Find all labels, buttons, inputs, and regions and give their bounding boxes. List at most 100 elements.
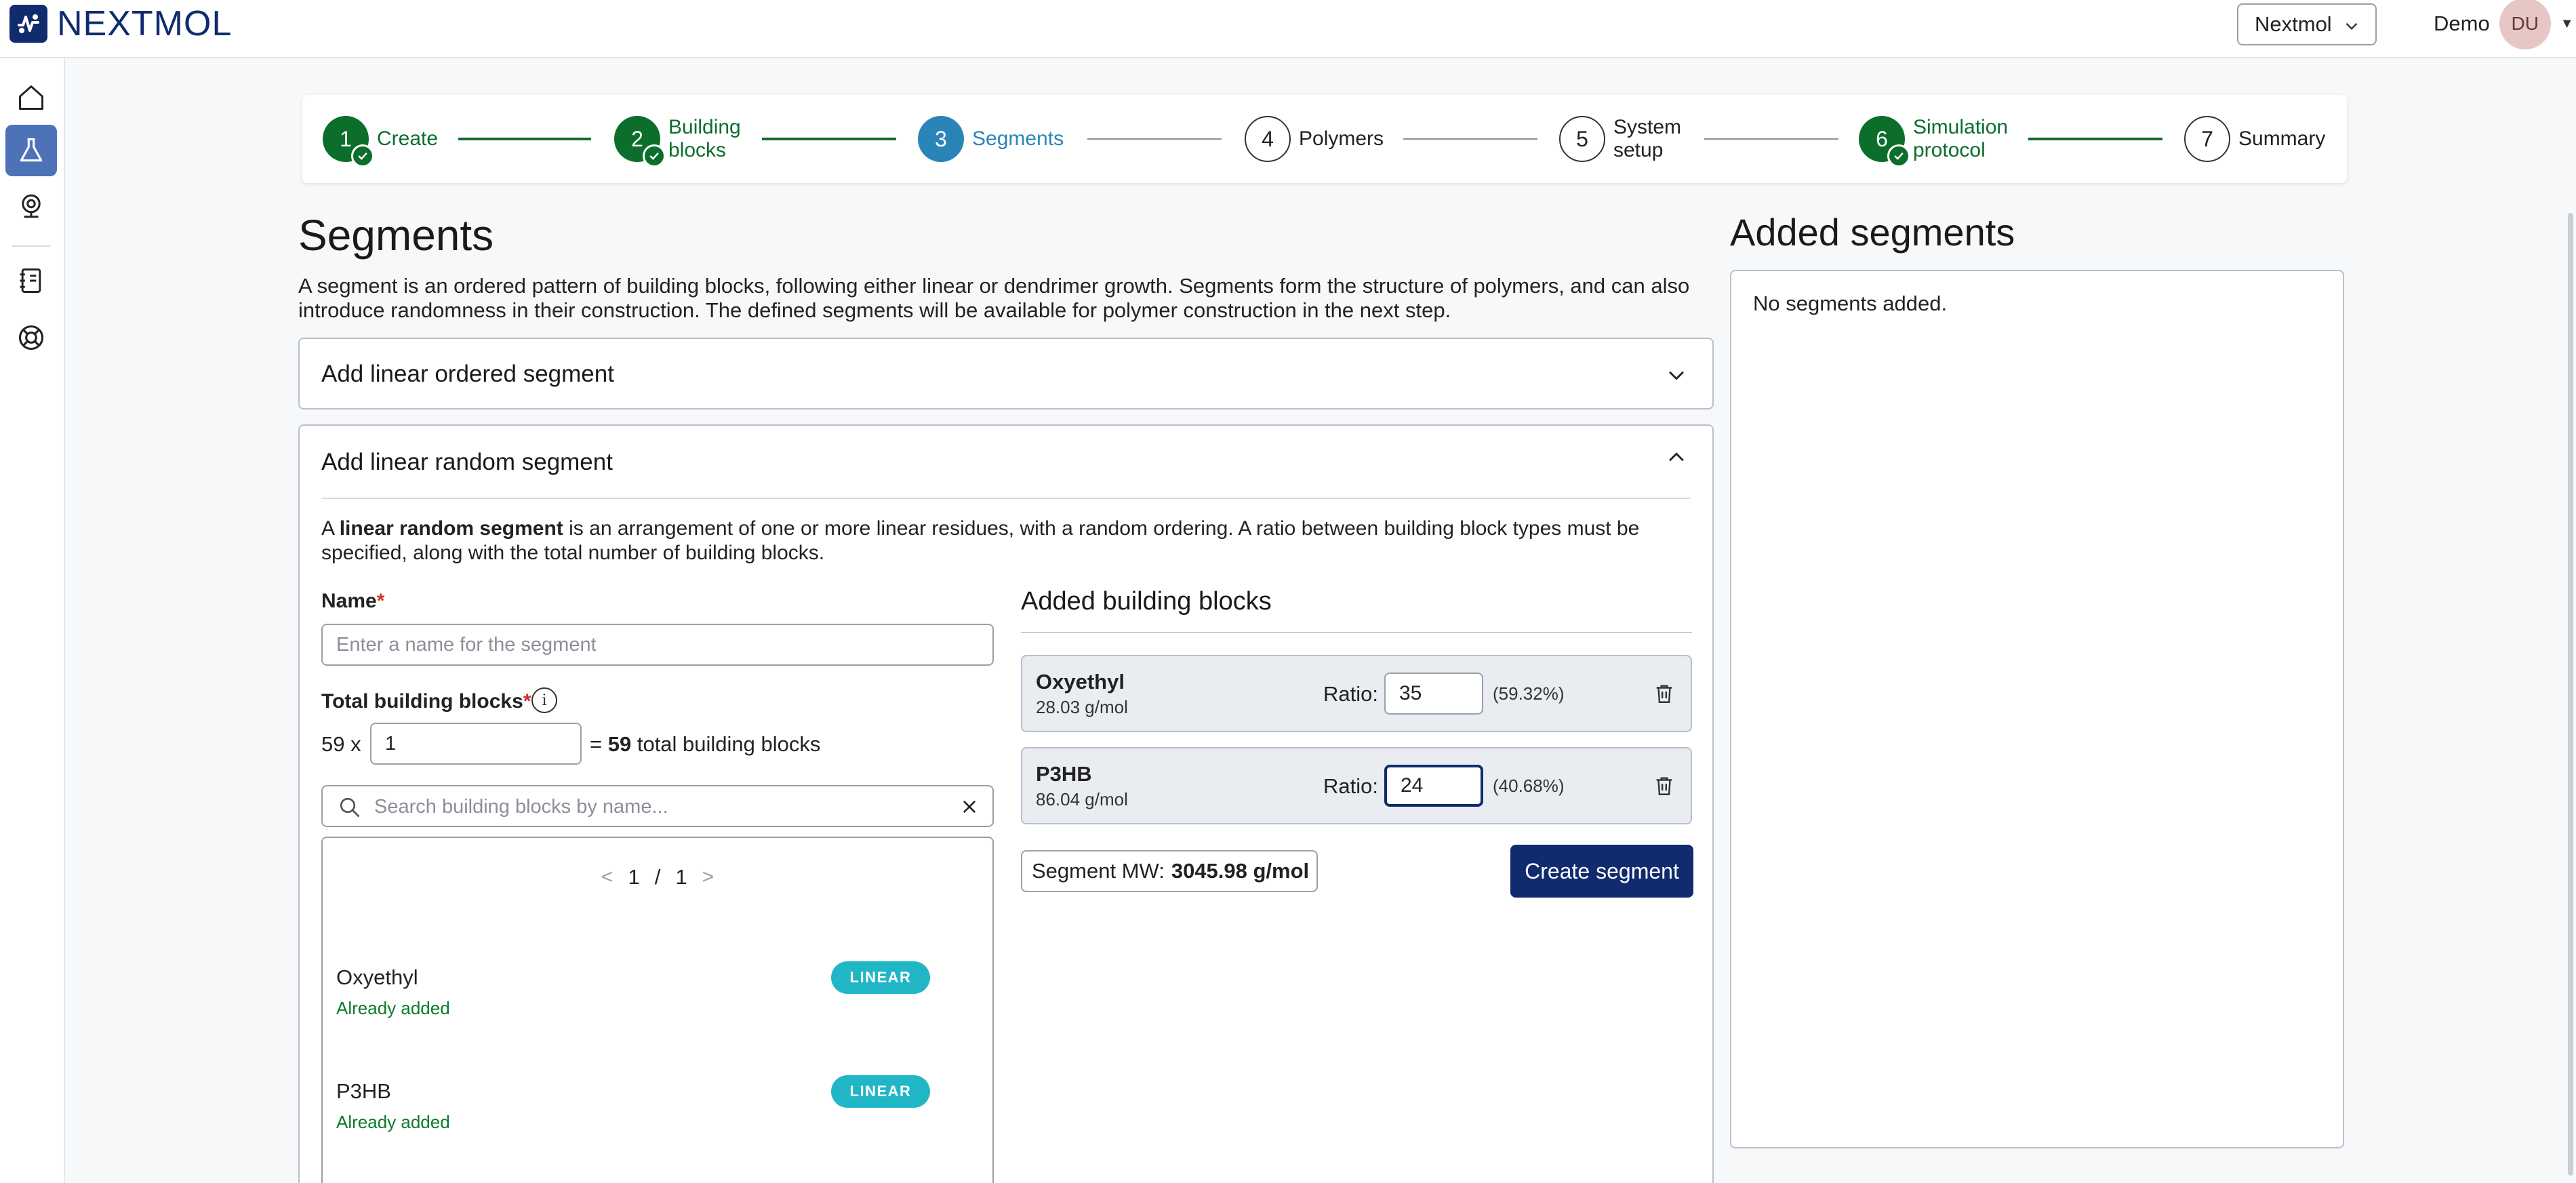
segment-name-input[interactable] — [321, 624, 994, 666]
close-icon[interactable] — [960, 797, 979, 816]
trash-icon[interactable] — [1653, 682, 1676, 705]
step-label: Create — [377, 127, 439, 150]
accordion-linear-ordered[interactable]: Add linear ordered segment — [298, 338, 1714, 409]
step-label: Building blocks — [668, 116, 741, 161]
app-logo[interactable]: NEXTMOL — [9, 4, 232, 43]
ratio-percent: (40.68%) — [1493, 776, 1565, 796]
divider — [1021, 632, 1692, 633]
sidebar-item-home[interactable] — [5, 72, 57, 123]
step-connector — [1704, 138, 1838, 140]
step-simulation-protocol[interactable]: 6 Simulation protocol — [1859, 115, 2009, 167]
added-block-name: Oxyethyl — [1036, 670, 1125, 694]
create-segment-button[interactable]: Create segment — [1510, 845, 1693, 898]
step-connector — [2028, 138, 2162, 140]
linear-badge: LINEAR — [831, 1075, 930, 1108]
divider — [321, 498, 1691, 499]
step-summary[interactable]: 7 Summary — [2184, 115, 2325, 163]
top-bar: NEXTMOL Nextmol Demo DU ▼ — [0, 0, 2576, 58]
environment-select-value: Nextmol — [2255, 12, 2332, 36]
step-label: System setup — [1613, 116, 1682, 161]
page-separator: / — [654, 865, 661, 889]
user-name: Demo — [2434, 12, 2490, 35]
added-segments-title: Added segments — [1730, 211, 2015, 254]
segment-mw: Segment MW: 3045.98 g/mol — [1021, 850, 1318, 892]
step-number-badge: 2 — [614, 116, 666, 167]
added-building-block-row: P3HB 86.04 g/mol Ratio: (40.68%) — [1021, 747, 1692, 824]
sidebar-item-lab[interactable] — [5, 125, 57, 176]
trash-icon[interactable] — [1653, 774, 1676, 797]
logo-text: NEXTMOL — [57, 4, 233, 43]
step-polymers[interactable]: 4 Polymers — [1245, 115, 1384, 163]
multiplier-input[interactable] — [370, 723, 582, 765]
check-icon — [643, 144, 666, 167]
ratio-percent: (59.32%) — [1493, 683, 1565, 704]
next-page-button[interactable]: > — [702, 866, 715, 889]
notebook-icon — [20, 268, 41, 293]
total-building-blocks-label: Total building blocks* — [321, 690, 531, 713]
step-label: Polymers — [1299, 127, 1384, 150]
empty-state-text: No segments added. — [1753, 292, 1948, 315]
building-block-list: < 1 / 1 > Oxyethyl Already added LINEAR … — [321, 837, 994, 1183]
total-building-blocks-summary: = 59 total building blocks — [590, 732, 821, 756]
page-title: Segments — [298, 211, 494, 260]
step-connector — [1403, 138, 1537, 140]
building-block-search[interactable] — [321, 785, 994, 827]
check-icon — [351, 144, 374, 167]
sidebar-item-support[interactable] — [5, 312, 57, 363]
sidebar-item-webinars[interactable] — [5, 180, 57, 232]
ratio-input[interactable] — [1384, 765, 1483, 807]
sidebar-divider — [12, 245, 50, 247]
sidebar — [0, 58, 65, 1183]
chevron-down-icon — [2346, 22, 2358, 31]
avatar[interactable]: DU — [2499, 0, 2551, 49]
step-label: Simulation protocol — [1913, 116, 2009, 161]
step-number-badge: 6 — [1859, 116, 1910, 167]
page-intro: A segment is an ordered pattern of build… — [298, 274, 1690, 322]
step-number-badge: 5 — [1559, 116, 1605, 162]
prev-page-button[interactable]: < — [601, 866, 613, 889]
check-icon — [1887, 144, 1910, 167]
ratio-label: Ratio: — [1323, 774, 1378, 798]
ratio-label: Ratio: — [1323, 682, 1378, 706]
added-block-mw: 28.03 g/mol — [1036, 697, 1128, 717]
name-label: Name* — [321, 590, 385, 612]
accordion-title: Add linear ordered segment — [321, 361, 614, 387]
list-item[interactable]: Oxyethyl Already added LINEAR — [336, 961, 960, 1047]
step-number-badge: 3 — [918, 116, 964, 162]
step-number-badge: 4 — [1245, 116, 1291, 162]
total-pages: 1 — [675, 865, 687, 889]
info-icon[interactable]: i — [531, 687, 557, 713]
step-connector — [762, 138, 896, 140]
added-block-name: P3HB — [1036, 762, 1092, 786]
chevron-up-icon[interactable] — [1665, 446, 1688, 469]
progress-stepper: 1 Create 2 Building blocks 3 Segments 4 P… — [302, 95, 2347, 183]
home-icon — [19, 85, 43, 110]
logo-mark-icon — [9, 5, 47, 43]
ratio-input[interactable] — [1384, 673, 1483, 715]
added-block-mw: 86.04 g/mol — [1036, 789, 1128, 809]
step-label: Summary — [2238, 127, 2326, 150]
sidebar-item-docs[interactable] — [5, 255, 57, 306]
lifebuoy-icon — [18, 325, 44, 350]
step-connector — [458, 138, 591, 140]
step-create[interactable]: 1 Create — [323, 115, 439, 167]
building-block-name: Oxyethyl — [336, 965, 418, 989]
caret-down-icon[interactable]: ▼ — [2560, 16, 2574, 32]
step-segments[interactable]: 3 Segments — [918, 115, 1064, 163]
step-number-badge: 7 — [2184, 116, 2230, 162]
environment-select[interactable]: Nextmol — [2237, 3, 2377, 45]
chevron-down-icon[interactable] — [1665, 363, 1688, 386]
user-menu[interactable]: Demo DU ▼ — [2434, 0, 2574, 49]
current-page: 1 — [628, 865, 640, 889]
step-label: Segments — [972, 127, 1064, 150]
pagination: < 1 / 1 > — [323, 865, 992, 889]
added-building-blocks-title: Added building blocks — [1021, 587, 1272, 616]
added-building-block-row: Oxyethyl 28.03 g/mol Ratio: (59.32%) — [1021, 655, 1692, 732]
webcam-icon — [22, 194, 41, 218]
search-input[interactable] — [374, 793, 917, 820]
accordion-title[interactable]: Add linear random segment — [321, 449, 613, 476]
step-building-blocks[interactable]: 2 Building blocks — [614, 115, 741, 167]
step-system-setup[interactable]: 5 System setup — [1559, 115, 1681, 163]
list-item[interactable]: P3HB Already added LINEAR — [336, 1075, 960, 1161]
scrollbar[interactable] — [2568, 213, 2573, 1176]
